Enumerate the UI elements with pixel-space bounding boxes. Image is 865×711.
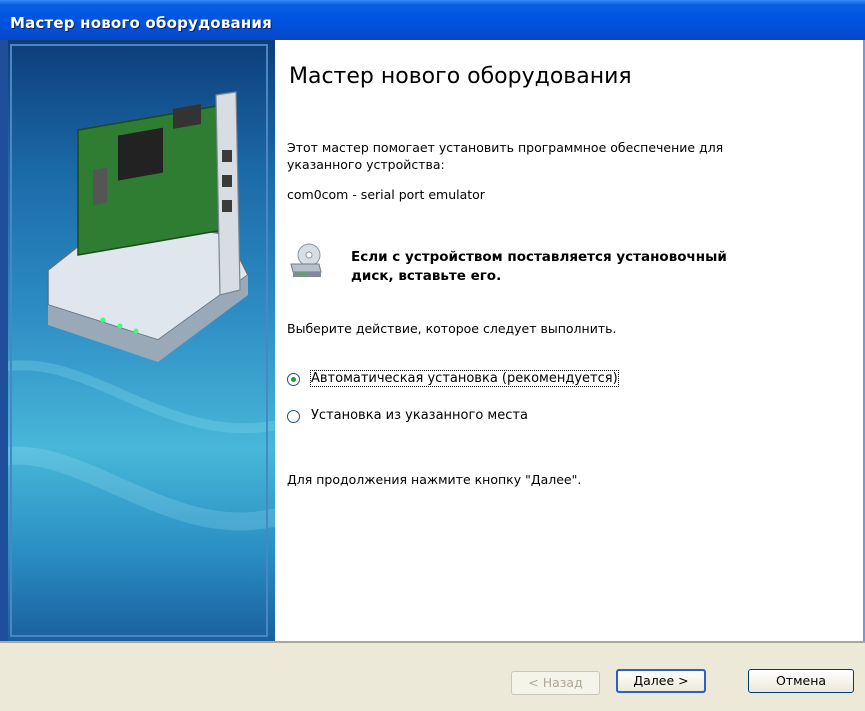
button-separator xyxy=(0,641,865,643)
auto-install-radio[interactable] xyxy=(287,373,300,386)
title-bar[interactable]: Мастер нового оборудования xyxy=(0,0,865,40)
auto-install-label[interactable]: Автоматическая установка (рекомендуется) xyxy=(310,370,619,387)
cancel-button[interactable]: Отмена xyxy=(748,669,854,693)
intro-text-line1: Этот мастер помогает установить программ… xyxy=(287,140,724,155)
back-button[interactable]: < Назад xyxy=(511,671,600,695)
cd-notice-line2: диск, вставьте его. xyxy=(351,268,502,284)
intro-text-line2: указанного устройства: xyxy=(287,157,445,172)
device-name: com0com - serial port emulator xyxy=(287,187,485,202)
wizard-content: Мастер нового оборудования Этот мастер п… xyxy=(275,40,865,641)
manual-install-radio[interactable] xyxy=(287,410,300,423)
page-title: Мастер нового оборудования xyxy=(289,64,632,89)
choose-action-text: Выберите действие, которое следует выпол… xyxy=(287,321,617,336)
banner-frame xyxy=(10,44,268,637)
manual-install-label[interactable]: Установка из указанного места xyxy=(311,408,528,423)
window-title: Мастер нового оборудования xyxy=(10,14,272,32)
radio-selected-dot xyxy=(291,377,296,382)
continue-hint: Для продолжения нажмите кнопку "Далее". xyxy=(287,472,582,487)
cd-drive-icon xyxy=(289,242,323,280)
wizard-window: Мастер нового оборудования Мастер нового… xyxy=(0,0,865,711)
cd-notice-line1: Если с устройством поставляется установо… xyxy=(351,249,727,265)
next-button[interactable]: Далее > xyxy=(616,669,706,693)
